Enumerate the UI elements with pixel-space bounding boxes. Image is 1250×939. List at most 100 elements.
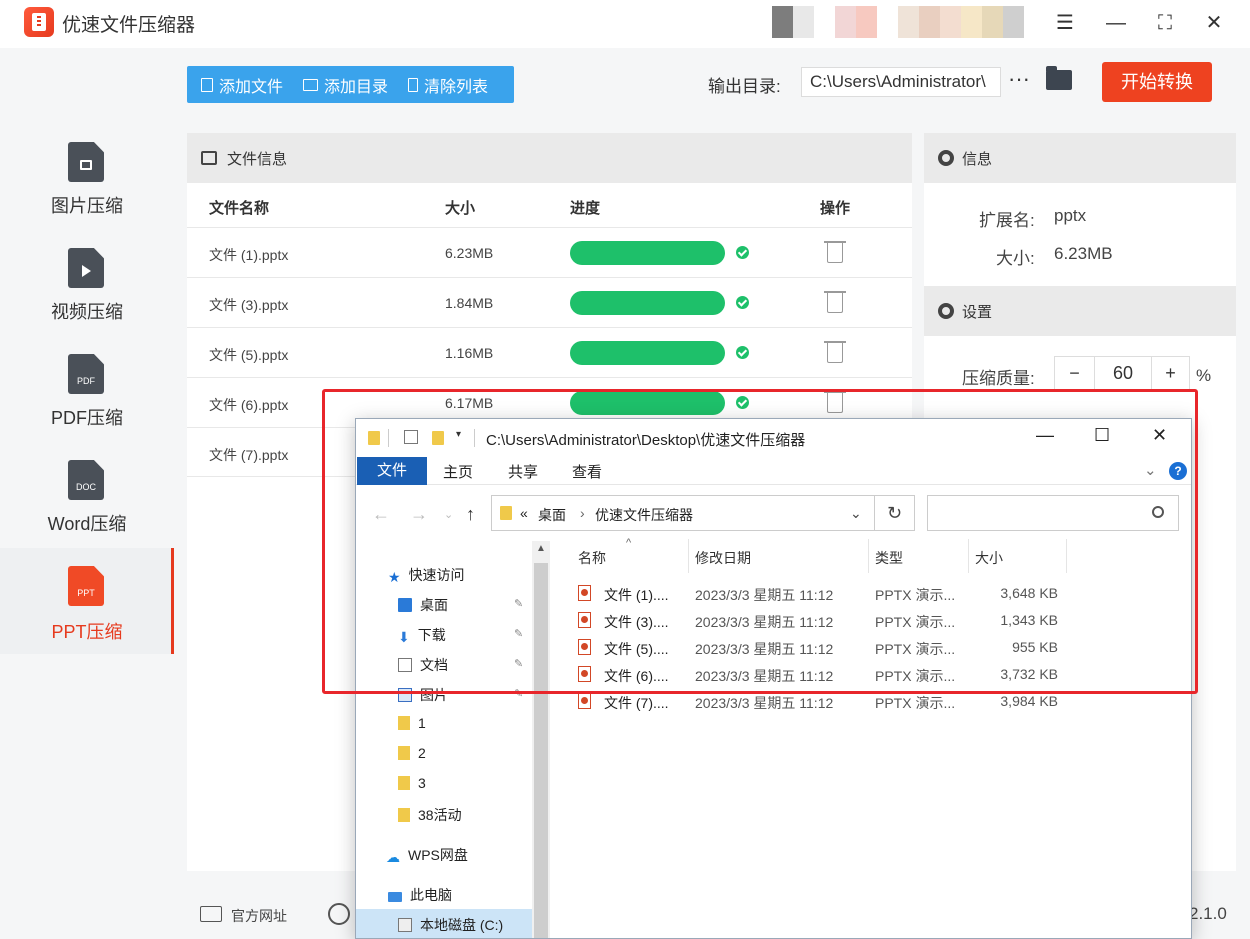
tab-file[interactable]: 文件 [357, 457, 427, 485]
list-item[interactable]: 文件 (7).... 2023/3/3 星期五 11:12 PPTX 演示...… [578, 688, 1178, 715]
breadcrumb-desktop[interactable]: 桌面 [538, 505, 566, 525]
explorer-nav-bar: ← → ⌄ ↑ « 桌面 › 优速文件压缩器 ⌄ ↻ [356, 495, 1191, 533]
ppt-file-icon: PPT [68, 566, 104, 606]
delete-icon[interactable] [824, 391, 846, 413]
sidebar-item-pdf[interactable]: PDF PDF压缩 [0, 344, 174, 450]
tab-home[interactable]: 主页 [443, 461, 473, 482]
pin-icon[interactable]: ✎ [514, 687, 523, 700]
list-item[interactable]: 文件 (3).... 2023/3/3 星期五 11:12 PPTX 演示...… [578, 607, 1178, 634]
scroll-up-icon[interactable]: ▲ [536, 543, 546, 554]
tree-scrollbar[interactable]: ▲ [532, 541, 550, 938]
delete-icon[interactable] [824, 241, 846, 263]
file-date: 2023/3/3 星期五 11:12 [695, 587, 834, 603]
address-bar[interactable]: « 桌面 › 优速文件压缩器 ⌄ [491, 495, 875, 531]
tree-item-desktop[interactable]: 桌面 [398, 595, 448, 615]
chat-icon[interactable] [328, 903, 350, 925]
settings-title: 设置 [962, 303, 993, 321]
col-name[interactable]: 名称 [578, 548, 606, 568]
properties-icon[interactable] [404, 430, 418, 444]
new-folder-icon[interactable] [432, 431, 444, 445]
folder-icon [398, 808, 410, 822]
sidebar-item-video[interactable]: 视频压缩 [0, 238, 174, 344]
table-row[interactable]: 文件 (5).pptx 1.16MB [187, 327, 912, 377]
quality-input[interactable]: 60 [1095, 357, 1151, 389]
file-type: PPTX 演示... [875, 668, 956, 684]
increase-button[interactable]: + [1151, 357, 1189, 389]
delete-icon[interactable] [824, 341, 846, 363]
col-size[interactable]: 大小 [975, 548, 1003, 568]
tree-item-pictures[interactable]: 图片 [398, 685, 448, 705]
expand-ribbon-icon[interactable]: ⌄ [1144, 461, 1157, 479]
address-dropdown-icon[interactable]: ⌄ [850, 505, 862, 522]
explorer-close-button[interactable]: ✕ [1152, 425, 1167, 446]
quality-label: 压缩质量: [962, 369, 1035, 388]
add-folder-label: 添加目录 [324, 78, 389, 96]
quick-access-dropdown-icon[interactable]: ▾ [456, 429, 461, 440]
up-arrow-icon[interactable]: ↑ [466, 504, 475, 525]
explorer-maximize-button[interactable]: ☐ [1094, 425, 1110, 446]
recent-dropdown-icon[interactable]: ⌄ [444, 508, 453, 521]
tab-share[interactable]: 共享 [508, 461, 538, 482]
output-dir-input[interactable]: C:\Users\Administrator\ [801, 67, 1001, 97]
pin-icon[interactable]: ✎ [514, 597, 523, 610]
tree-item-downloads[interactable]: ⬇ 下载 [398, 625, 446, 645]
version-label: 2.1.0 [1189, 904, 1227, 923]
col-date[interactable]: 修改日期 [695, 548, 751, 568]
refresh-icon[interactable]: ↻ [875, 495, 915, 531]
tree-item-quick-access[interactable]: ★ 快速访问 [388, 565, 465, 585]
tree-item-folder-3[interactable]: 3 [398, 775, 426, 791]
sidebar-item-image[interactable]: 图片压缩 [0, 132, 174, 238]
tree-item-documents[interactable]: 文档 [398, 655, 448, 675]
disk-icon [398, 918, 412, 932]
add-file-button[interactable]: 添加文件 [187, 66, 289, 103]
more-options-button[interactable]: ··· [1008, 66, 1030, 92]
breadcrumb-current[interactable]: 优速文件压缩器 [595, 505, 693, 525]
breadcrumb-overflow[interactable]: « [520, 505, 528, 521]
user-avatar-area[interactable] [772, 6, 1024, 38]
tree-item-this-pc[interactable]: 此电脑 [388, 885, 452, 905]
progress-bar [570, 241, 725, 265]
table-row[interactable]: 文件 (3).pptx 1.84MB [187, 277, 912, 327]
explorer-minimize-button[interactable]: — [1036, 425, 1054, 446]
maximize-button[interactable]: ⛶ [1150, 8, 1180, 38]
tab-view[interactable]: 查看 [572, 461, 602, 482]
table-row[interactable]: 文件 (1).pptx 6.23MB [187, 227, 912, 277]
size-value: 6.23MB [1054, 244, 1113, 263]
video-file-icon [68, 248, 104, 288]
folder-icon [303, 78, 319, 91]
search-input[interactable] [927, 495, 1179, 531]
pptx-file-icon [578, 585, 591, 601]
decrease-button[interactable]: − [1055, 357, 1095, 389]
help-icon[interactable]: ? [1169, 462, 1187, 480]
start-convert-button[interactable]: 开始转换 [1102, 62, 1212, 102]
tree-item-folder-2[interactable]: 2 [398, 745, 426, 761]
add-folder-button[interactable]: 添加目录 [289, 66, 394, 103]
quality-stepper[interactable]: − 60 + [1054, 356, 1190, 390]
menu-icon[interactable]: ☰ [1050, 8, 1080, 38]
tree-item-folder-38[interactable]: 38活动 [398, 805, 462, 825]
clear-list-button[interactable]: 清除列表 [394, 66, 494, 103]
tree-item-local-disk[interactable]: 本地磁盘 (C:) [356, 909, 532, 938]
minimize-button[interactable]: — [1101, 8, 1131, 38]
list-item[interactable]: 文件 (5).... 2023/3/3 星期五 11:12 PPTX 演示...… [578, 634, 1178, 661]
tree-item-folder-1[interactable]: 1 [398, 715, 426, 731]
back-arrow-icon[interactable]: ← [372, 504, 390, 525]
delete-icon[interactable] [824, 291, 846, 313]
tree-item-wps-drive[interactable]: ☁ WPS网盘 [386, 845, 468, 865]
close-button[interactable]: ✕ [1199, 8, 1229, 38]
list-item[interactable]: 文件 (6).... 2023/3/3 星期五 11:12 PPTX 演示...… [578, 661, 1178, 688]
check-icon [736, 396, 749, 409]
col-type[interactable]: 类型 [875, 548, 903, 568]
scroll-thumb[interactable] [534, 563, 548, 938]
forward-arrow-icon[interactable]: → [410, 504, 428, 525]
file-name: 文件 (5).... [604, 641, 669, 657]
sidebar-item-ppt[interactable]: PPT PPT压缩 [0, 548, 174, 654]
pin-icon[interactable]: ✎ [514, 627, 523, 640]
pin-icon[interactable]: ✎ [514, 657, 523, 670]
open-folder-icon[interactable] [1046, 66, 1072, 90]
website-link[interactable]: 官方网址 [231, 906, 287, 926]
list-item[interactable]: 文件 (1).... 2023/3/3 星期五 11:12 PPTX 演示...… [578, 580, 1178, 607]
sidebar-item-label: PPT压缩 [51, 622, 123, 642]
sidebar-item-word[interactable]: DOC Word压缩 [0, 450, 174, 556]
explorer-title: C:\Users\Administrator\Desktop\优速文件压缩器 [486, 432, 806, 449]
